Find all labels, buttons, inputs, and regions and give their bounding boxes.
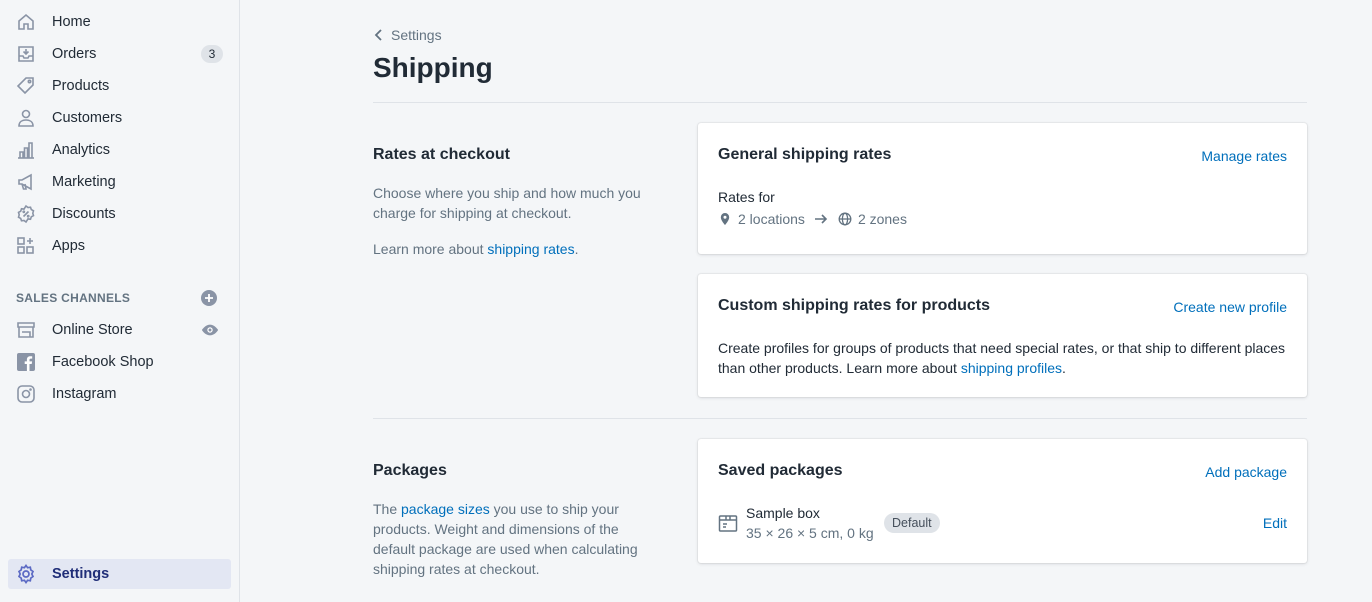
sidebar-item-facebook-shop[interactable]: Facebook Shop [8,347,231,377]
shipping-rates-link[interactable]: shipping rates [487,241,574,257]
package-dimensions: 35 × 26 × 5 cm, 0 kg [746,525,874,541]
bar-chart-icon [16,140,36,160]
package-sizes-link[interactable]: package sizes [401,501,490,517]
sidebar-item-home[interactable]: Home [8,7,231,37]
sidebar-item-label: Facebook Shop [52,354,154,370]
person-icon [16,108,36,128]
sidebar-item-online-store[interactable]: Online Store [8,315,231,345]
learn-more-suffix: . [574,241,579,257]
add-sales-channel-icon[interactable] [200,289,218,307]
main-content: Settings Shipping Rates at checkout Choo… [240,0,1372,602]
sidebar-item-instagram[interactable]: Instagram [8,379,231,409]
breadcrumb[interactable]: Settings [373,27,442,43]
sidebar-item-apps[interactable]: Apps [8,231,231,261]
sidebar-item-label: Customers [52,110,123,126]
sidebar-item-marketing[interactable]: Marketing [8,167,231,197]
manage-rates-link[interactable]: Manage rates [1201,148,1287,164]
custom-rates-suffix: . [1062,360,1066,376]
package-name: Sample box [746,505,820,521]
rates-description-text: Choose where you ship and how much you c… [373,185,641,221]
arrow-right-icon [814,214,828,224]
learn-more-prefix: Learn more about [373,241,488,257]
default-badge: Default [884,513,940,533]
globe-icon [838,212,852,226]
facebook-icon [16,352,36,372]
create-new-profile-link[interactable]: Create new profile [1173,299,1287,315]
view-store-eye-icon[interactable] [201,321,219,339]
package-box-icon [718,513,738,533]
sales-channels-heading: SALES CHANNELS [16,291,131,305]
packages-section-title: Packages [373,462,447,479]
location-pin-icon [720,213,730,225]
breadcrumb-label: Settings [391,27,442,43]
orders-icon [16,44,36,64]
shipping-profiles-link[interactable]: shipping profiles [961,360,1062,376]
general-shipping-rates-card: General shipping rates Manage rates Rate… [698,123,1307,254]
sidebar-item-label: Online Store [52,322,133,338]
add-package-link[interactable]: Add package [1205,464,1287,480]
sidebar-item-label: Products [52,78,110,94]
locations-count: 2 locations [738,211,805,227]
zones-count: 2 zones [857,211,907,227]
sidebar: Home Orders 3 Products Customers Analyti… [0,0,240,602]
sidebar-item-products[interactable]: Products [8,71,231,101]
card-title: General shipping rates [718,146,892,163]
rates-locations-zones: 2 locations 2 zones [718,211,907,227]
card-title: Custom shipping rates for products [718,297,991,314]
megaphone-icon [16,172,36,192]
rates-for-label: Rates for [718,189,775,205]
sidebar-item-label: Orders [52,46,97,62]
divider [373,418,1307,419]
instagram-icon [16,384,36,404]
sidebar-item-discounts[interactable]: Discounts [8,199,231,229]
sidebar-item-label: Settings [52,566,110,582]
rates-section-title: Rates at checkout [373,146,510,163]
divider [373,102,1307,103]
custom-rates-description: Create profiles for groups of products t… [718,338,1288,378]
home-icon [16,12,36,32]
rates-learn-more: Learn more about shipping rates. [373,239,653,259]
sidebar-item-settings[interactable]: Settings [8,559,231,589]
apps-icon [16,236,36,256]
sidebar-item-label: Home [52,14,91,30]
sidebar-item-label: Instagram [52,386,117,402]
sidebar-item-label: Discounts [52,206,116,222]
page-title: Shipping [373,52,493,83]
saved-packages-card: Saved packages Add package Sample box 35… [698,439,1307,563]
card-title: Saved packages [718,462,843,479]
discount-icon [16,204,36,224]
packages-prefix: The [373,501,402,517]
sidebar-item-customers[interactable]: Customers [8,103,231,133]
orders-count-badge: 3 [201,45,223,63]
edit-package-link[interactable]: Edit [1263,515,1287,531]
sidebar-item-label: Apps [52,238,86,254]
custom-shipping-rates-card: Custom shipping rates for products Creat… [698,274,1307,397]
packages-section-description: The package sizes you use to ship your p… [373,499,643,579]
tag-icon [16,76,36,96]
rates-section-description: Choose where you ship and how much you c… [373,183,653,223]
chevron-left-icon [374,29,382,41]
sidebar-item-orders[interactable]: Orders 3 [8,39,231,69]
sidebar-item-analytics[interactable]: Analytics [8,135,231,165]
store-icon [16,320,36,340]
sidebar-item-label: Marketing [52,174,116,190]
gear-icon [16,564,36,584]
sidebar-item-label: Analytics [52,142,111,158]
